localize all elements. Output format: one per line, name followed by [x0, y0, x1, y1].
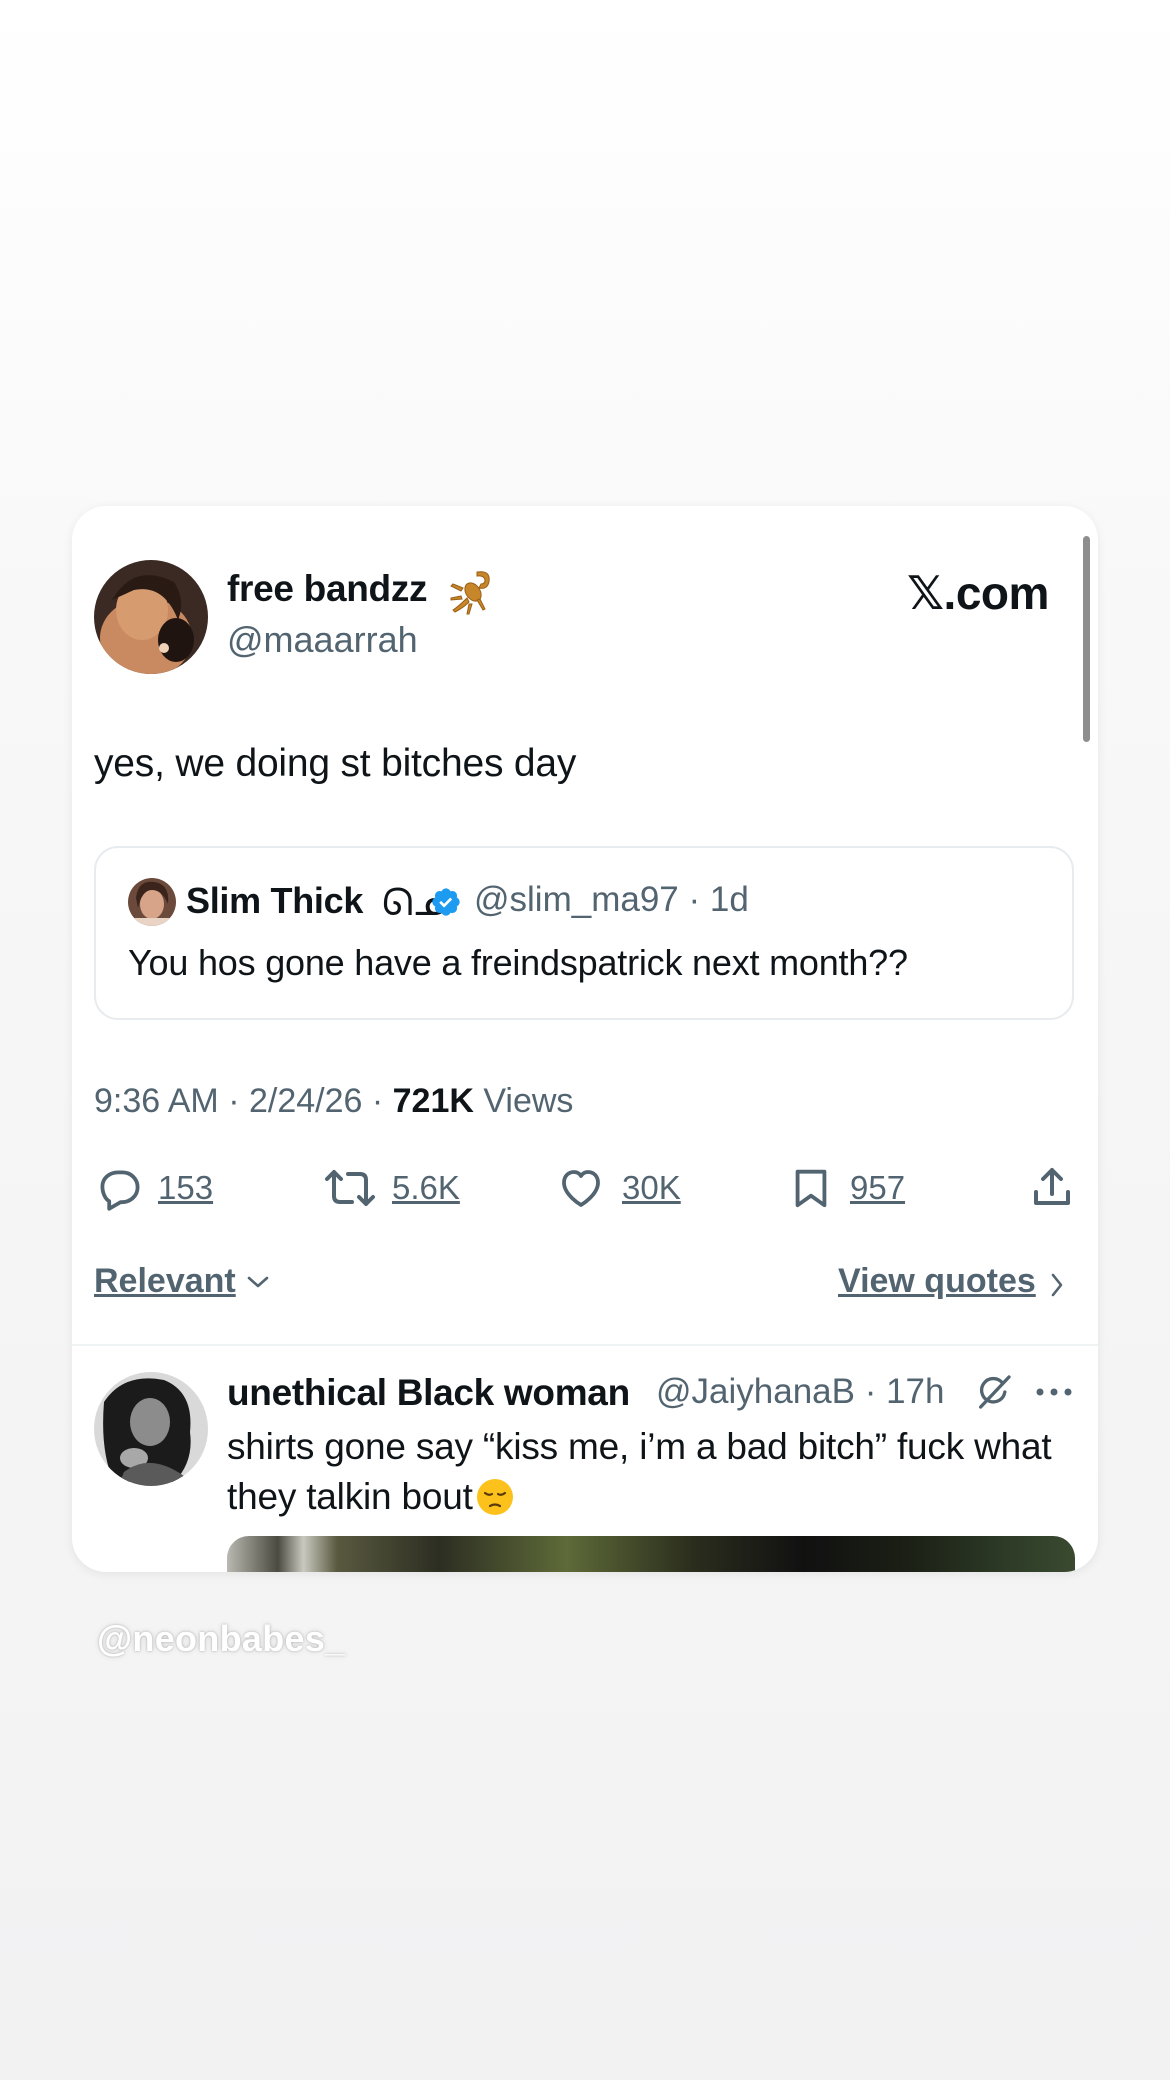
quoted-tweet[interactable]: Slim Thick ᘏᓄ @slim_ma97 · 1d You hos go… — [94, 846, 1074, 1020]
reply-text: shirts gone say “kiss me, i’m a bad bitc… — [227, 1422, 1057, 1522]
reply-avatar[interactable] — [94, 1372, 208, 1486]
author-name[interactable]: free bandzz — [227, 568, 428, 610]
reply-text-body: shirts gone say “kiss me, i’m a bad bitc… — [227, 1426, 1052, 1517]
share-button[interactable] — [1028, 1158, 1076, 1218]
more-options-icon[interactable] — [1034, 1386, 1074, 1398]
quoted-handle-time[interactable]: @slim_ma97 · 1d — [474, 880, 749, 920]
chevron-right-icon[interactable] — [1049, 1272, 1065, 1298]
tweet-timestamp[interactable]: 9:36 AM · 2/24/26 · — [94, 1082, 393, 1120]
site-logo-text: 𝕏.com — [907, 567, 1049, 619]
quoted-avatar — [128, 878, 176, 926]
pensive-face-icon — [476, 1479, 513, 1515]
tweet-meta: 9:36 AM · 2/24/26 · 721K Views — [94, 1082, 573, 1121]
view-quotes-link[interactable]: View quotes — [838, 1262, 1036, 1301]
reply-button[interactable]: 153 — [94, 1158, 213, 1218]
share-icon — [1034, 1168, 1070, 1205]
like-button[interactable]: 30K — [556, 1158, 681, 1218]
reply-count: 153 — [158, 1169, 214, 1206]
retweet-button[interactable]: 5.6K — [324, 1158, 460, 1218]
quoted-name[interactable]: Slim Thick — [186, 880, 363, 922]
views-count: 721K — [392, 1082, 474, 1120]
retweet-count: 5.6K — [392, 1169, 460, 1206]
author-handle[interactable]: @maaarrah — [227, 619, 418, 661]
like-icon — [562, 1170, 600, 1207]
verified-badge-icon — [432, 888, 460, 916]
grok-icon[interactable] — [974, 1372, 1014, 1412]
author-avatar[interactable] — [94, 560, 208, 674]
retweet-icon — [325, 1170, 375, 1206]
tweet-text: yes, we doing st bitches day — [94, 742, 577, 785]
sort-relevant-link[interactable]: Relevant — [94, 1262, 236, 1301]
like-count: 30K — [622, 1169, 681, 1206]
chevron-down-icon[interactable] — [246, 1274, 270, 1290]
reply-handle-time[interactable]: @JaiyhanaB · 17h — [656, 1372, 944, 1412]
scorpion-icon — [450, 571, 490, 615]
views-label: Views — [473, 1082, 574, 1120]
bookmark-count: 957 — [850, 1169, 906, 1206]
quoted-text: You hos gone have a freindspatrick next … — [128, 942, 908, 983]
reply-author-name[interactable]: unethical Black woman — [227, 1372, 630, 1414]
watermark: @neonbabes_ — [97, 1618, 346, 1659]
reply-icon — [100, 1170, 140, 1211]
scrollbar[interactable] — [1083, 536, 1090, 742]
tweet-card: free bandzz @maaarrah 𝕏.com yes, we doin… — [72, 506, 1098, 1572]
site-logo: 𝕏.com — [907, 566, 1049, 620]
reply-media-image[interactable] — [227, 1536, 1075, 1572]
divider — [72, 1344, 1098, 1346]
bookmark-icon — [795, 1169, 827, 1208]
bookmark-button[interactable]: 957 — [788, 1158, 905, 1218]
